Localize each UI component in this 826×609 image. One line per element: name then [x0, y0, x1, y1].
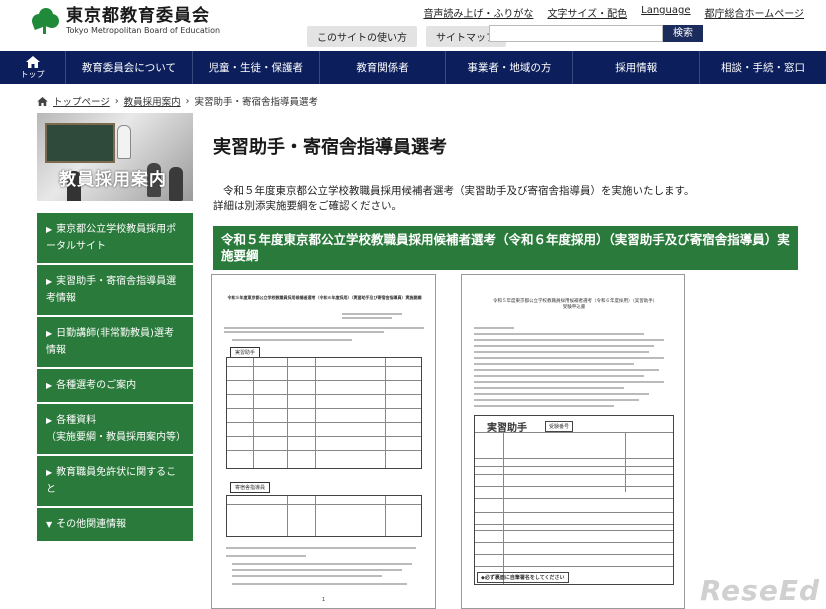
nav-item-board[interactable]: 教育委員会について	[65, 51, 192, 84]
nav-item-students[interactable]: 児童・生徒・保護者	[191, 51, 319, 84]
triangle-right-icon: ▶	[46, 329, 53, 338]
nav-home-label: トップ	[20, 69, 45, 79]
triangle-right-icon: ▶	[46, 468, 53, 477]
side-item-label: その他関連情報	[56, 519, 127, 530]
nav-item-business[interactable]: 事業者・地域の方	[445, 51, 572, 84]
triangle-down-icon: ▼	[46, 520, 53, 529]
triangle-right-icon: ▶	[46, 381, 53, 390]
page-title: 実習助手・寄宿舎指導員選考	[213, 137, 447, 158]
org-subtitle: Tokyo Metropolitan Board of Education	[66, 25, 221, 35]
breadcrumb-recruit[interactable]: 教員採用案内	[124, 94, 181, 108]
side-item-label: 各種資料 （実施要綱・教員採用案内等）	[46, 415, 186, 443]
student-figure	[169, 167, 183, 201]
chevron-right-icon: ›	[185, 95, 190, 107]
breadcrumb: トップページ › 教員採用案内 › 実習助手・寄宿舎指導員選考	[37, 94, 318, 108]
side-item-label: 教育職員免許状に関すること	[46, 467, 177, 495]
side-item-license[interactable]: ▶ 教育職員免許状に関すること	[37, 456, 193, 508]
intro-line: 令和５年度東京都公立学校教職員採用候補者選考（実習助手及び寄宿舎指導員）を実施い…	[223, 185, 695, 197]
home-icon	[25, 55, 40, 68]
site-usage-button[interactable]: このサイトの使い方	[307, 26, 417, 47]
utility-links: 音声読み上げ・ふりがな 文字サイズ・配色 Language 都庁総合ホームページ	[423, 5, 804, 20]
side-item-label: 実習助手・寄宿舎指導員選考情報	[46, 276, 177, 304]
util-link-font-size[interactable]: 文字サイズ・配色	[547, 5, 627, 20]
application-form-image[interactable]: 令和５年度東京都公立学校教職員採用候補者選考（令和６年度採用）（実習助手）受験申…	[461, 274, 685, 609]
site-header: 東京都教育委員会 Tokyo Metropolitan Board of Edu…	[0, 0, 826, 48]
side-item-day-lecturer[interactable]: ▶ 日勤講師(非常勤教員)選考情報	[37, 317, 193, 369]
side-menu: ▶ 東京都公立学校教員採用ポータルサイト ▶ 実習助手・寄宿舎指導員選考情報 ▶ 日勤…	[37, 213, 193, 541]
side-item-label: 日勤講師(非常勤教員)選考情報	[46, 328, 174, 356]
main-content: 実習助手・寄宿舎指導員選考 令和５年度東京都公立学校教職員採用候補者選考（実習助…	[213, 113, 803, 270]
util-link-speech[interactable]: 音声読み上げ・ふりがな	[423, 5, 533, 20]
home-icon	[37, 96, 48, 106]
util-link-language[interactable]: Language	[641, 5, 690, 20]
search-input[interactable]	[489, 25, 663, 42]
blackboard-illustration	[45, 123, 115, 163]
teacher-figure	[117, 125, 131, 159]
side-item-label: 東京都公立学校教員採用ポータルサイト	[46, 224, 177, 252]
intro-line: 詳細は別添実施要綱をご確認ください。	[213, 200, 402, 212]
nav-item-recruit[interactable]: 採用情報	[572, 51, 699, 84]
triangle-right-icon: ▶	[46, 277, 53, 286]
recruit-banner-image[interactable]: 教員採用案内	[37, 113, 193, 201]
doc1-tag: 寄宿舎指導員	[230, 482, 271, 493]
ginkgo-logo-icon	[30, 6, 61, 36]
search-button[interactable]: 検索	[663, 25, 703, 42]
chevron-right-icon: ›	[114, 95, 119, 107]
intro-text: 令和５年度東京都公立学校教職員採用候補者選考（実習助手及び寄宿舎指導員）を実施い…	[213, 184, 803, 214]
doc1-table	[226, 495, 422, 537]
breadcrumb-current: 実習助手・寄宿舎指導員選考	[194, 97, 318, 108]
triangle-right-icon: ▶	[46, 416, 53, 425]
document-previews: 令和５年度東京都公立学校教職員採用候補者選考（令和６年度採用）（実習助手及び寄宿…	[211, 274, 811, 609]
site-logo[interactable]: 東京都教育委員会 Tokyo Metropolitan Board of Edu…	[30, 6, 220, 36]
nav-home[interactable]: トップ	[0, 51, 65, 84]
watermark-logo: ReseEd	[700, 574, 820, 607]
section-heading-link[interactable]: 令和５年度東京都公立学校教職員採用候補者選考（令和６年度採用）（実習助手及び寄宿…	[213, 226, 798, 270]
side-item-other[interactable]: ▼ その他関連情報	[37, 508, 193, 541]
side-item-materials[interactable]: ▶ 各種資料 （実施要綱・教員採用案内等）	[37, 404, 193, 456]
side-item-portal[interactable]: ▶ 東京都公立学校教員採用ポータルサイト	[37, 213, 193, 265]
banner-title: 教員採用案内	[59, 170, 167, 190]
breadcrumb-top[interactable]: トップページ	[53, 94, 110, 108]
doc2-heading: 令和５年度東京都公立学校教職員採用候補者選考（令和６年度採用）（実習助手）受験申…	[493, 299, 655, 310]
side-item-selections[interactable]: ▶ 各種選考のご案内	[37, 369, 193, 404]
doc1-heading: 令和５年度東京都公立学校教職員採用候補者選考（令和６年度採用）（実習助手及び寄宿…	[227, 295, 422, 300]
side-item-label: 各種選考のご案内	[56, 380, 137, 391]
doc1-page-number: 1	[322, 597, 326, 603]
sidebar: 教員採用案内 ▶ 東京都公立学校教員採用ポータルサイト ▶ 実習助手・寄宿舎指導員選…	[37, 113, 193, 541]
guideline-document-image[interactable]: 令和５年度東京都公立学校教職員採用候補者選考（令和６年度採用）（実習助手及び寄宿…	[211, 274, 436, 609]
doc2-footer-note: ◆必ず裏面に自筆署名をしてください	[477, 572, 569, 583]
doc1-table	[226, 357, 422, 469]
org-title: 東京都教育委員会	[66, 5, 210, 26]
global-nav: トップ 教育委員会について 児童・生徒・保護者 教育関係者 事業者・地域の方 採…	[0, 51, 826, 84]
nav-item-consult[interactable]: 相談・手続・窓口	[699, 51, 826, 84]
side-item-assistant[interactable]: ▶ 実習助手・寄宿舎指導員選考情報	[37, 265, 193, 317]
nav-item-educators[interactable]: 教育関係者	[318, 51, 446, 84]
doc2-form-table: 実習助手 受験番号 ◆必ず裏面に自筆署名をしてください	[474, 415, 674, 585]
doc2-exam-no-label: 受験番号	[545, 421, 574, 432]
triangle-right-icon: ▶	[46, 225, 53, 234]
util-link-metro-home[interactable]: 都庁総合ホームページ	[705, 5, 805, 20]
